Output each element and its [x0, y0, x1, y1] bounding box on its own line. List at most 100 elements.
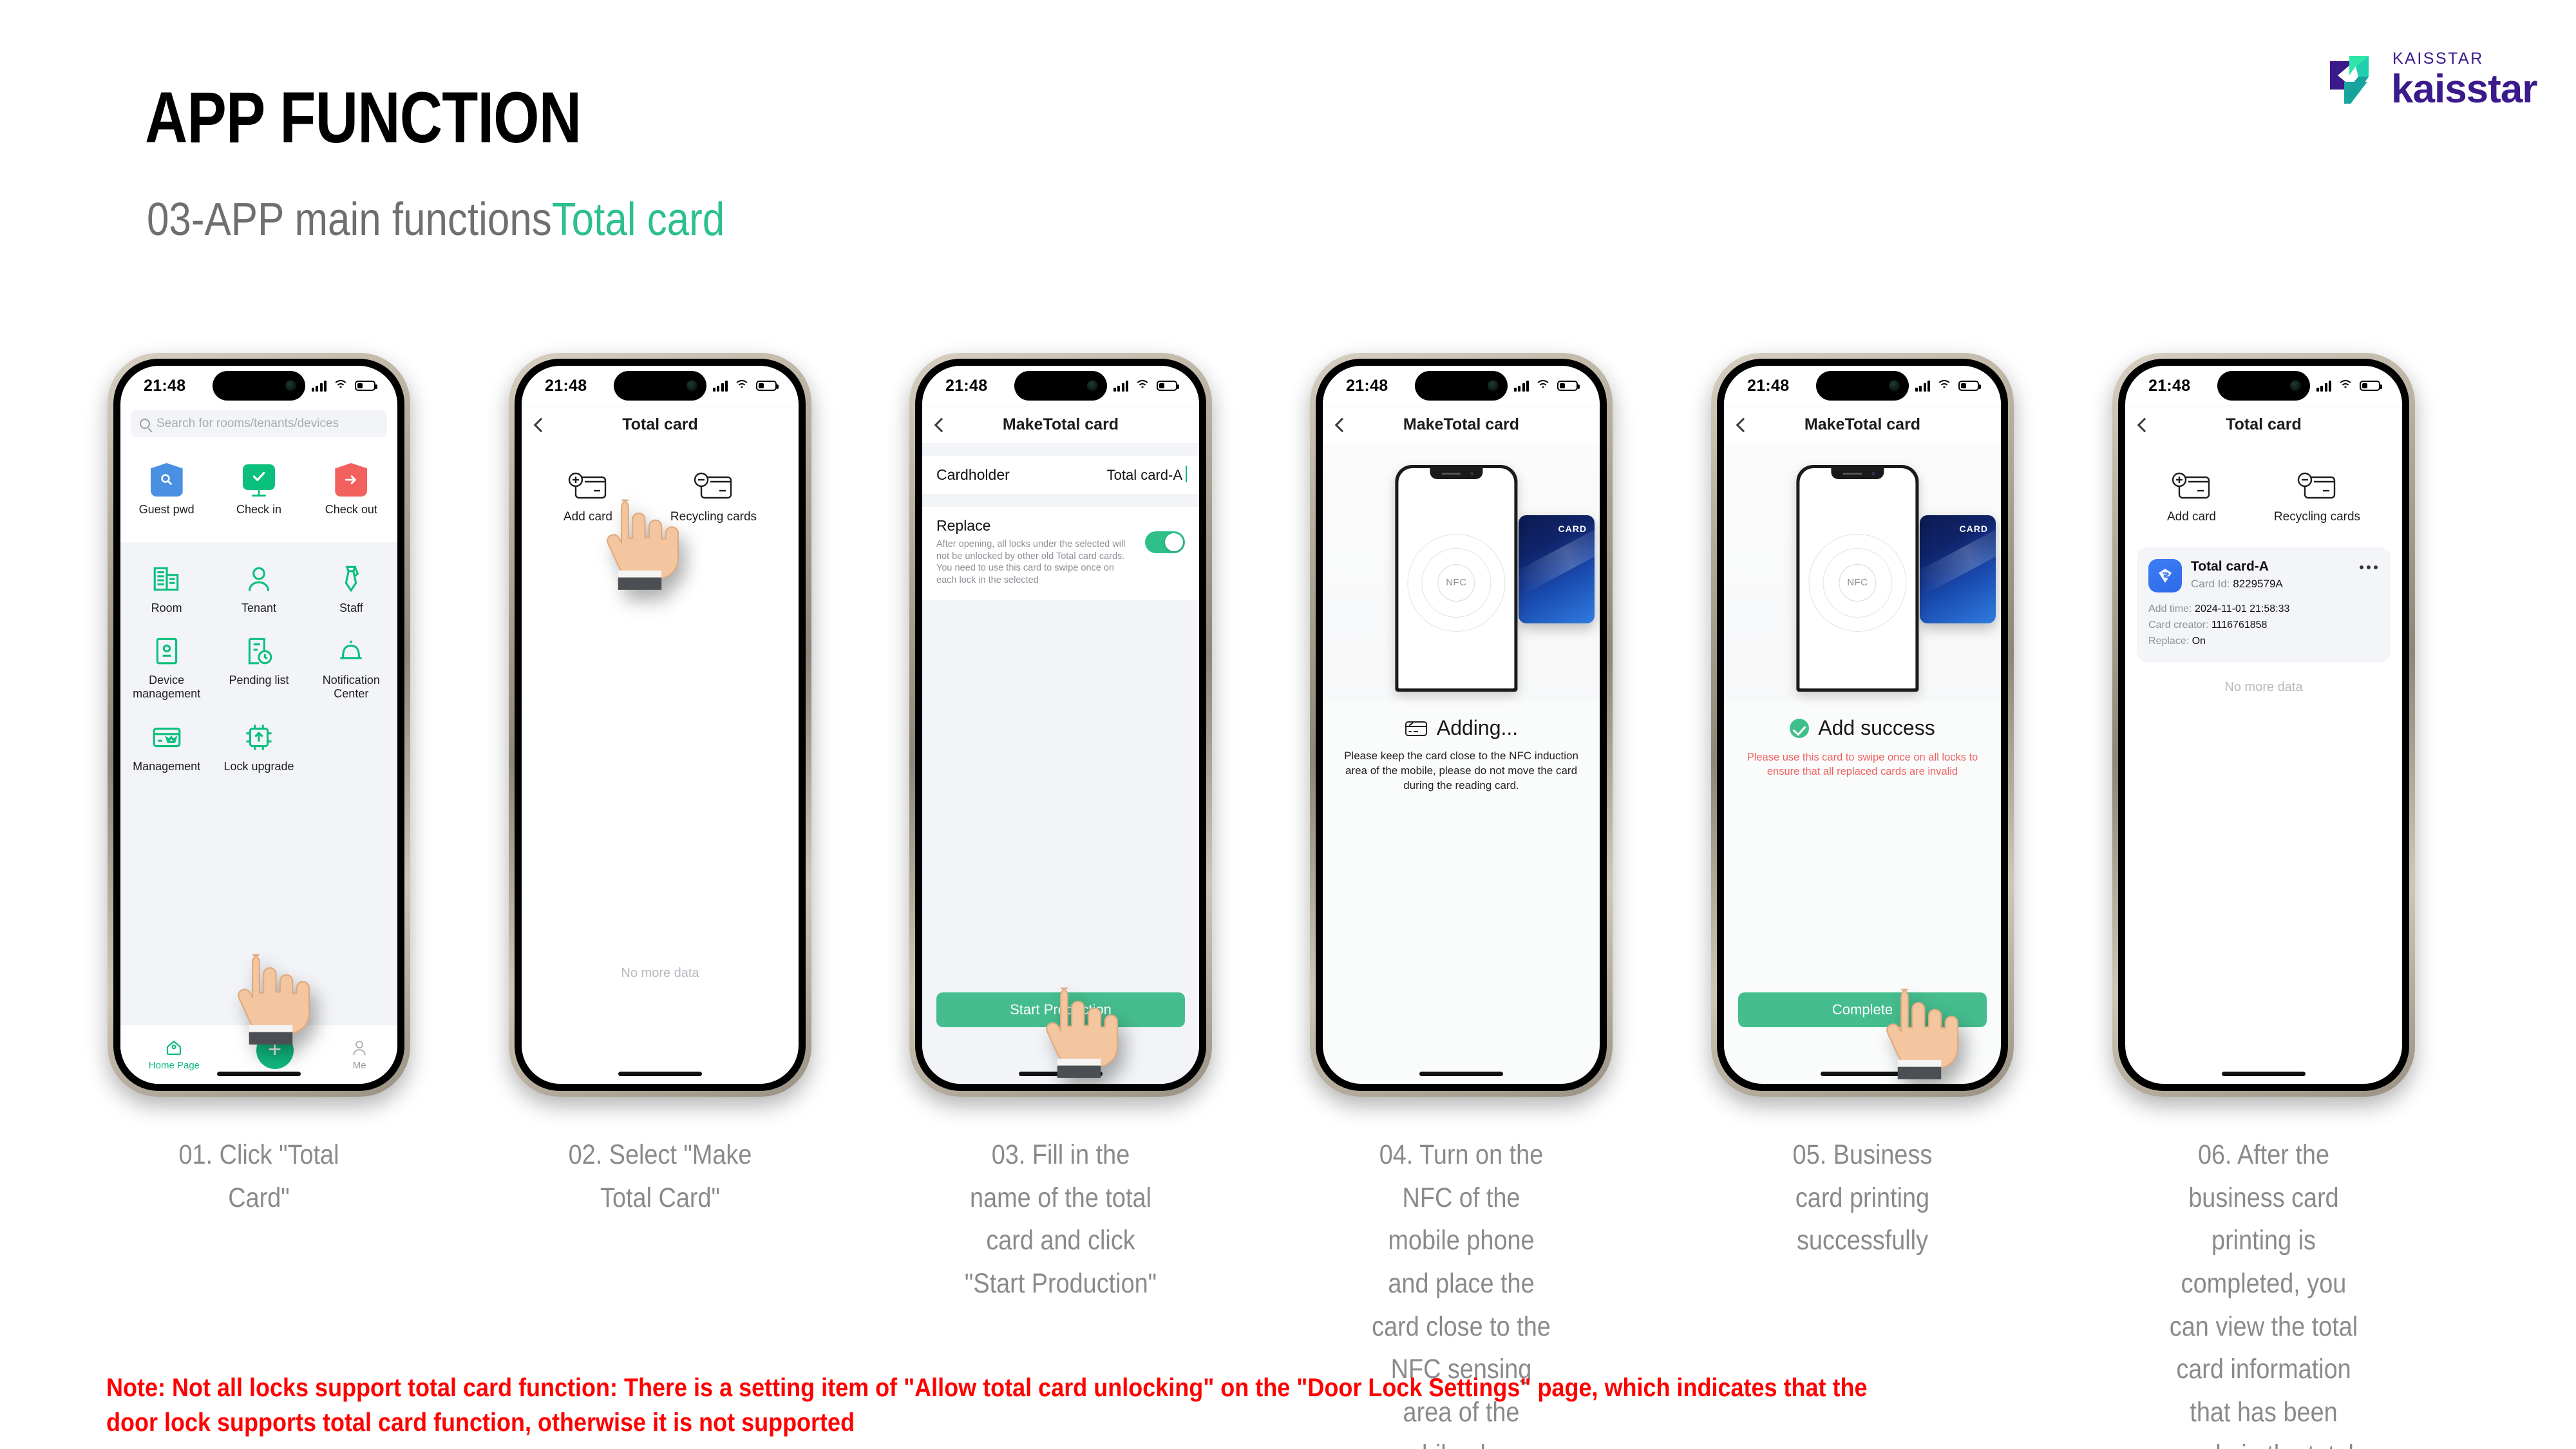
- action-recycling-cards[interactable]: Recycling cards: [670, 471, 757, 524]
- nav-title: MakeTotal card: [1403, 415, 1520, 433]
- menu-item-management[interactable]: Management: [120, 711, 213, 784]
- start-production-button[interactable]: Start Production: [936, 992, 1185, 1027]
- home-indicator: [1821, 1072, 1904, 1076]
- status-bar: 21:48: [120, 366, 397, 406]
- phone-4-bezel: 21:48 MakeTotal card CARD NFC Adding... …: [1316, 359, 1607, 1091]
- check-circle-icon: [1790, 718, 1810, 738]
- add-time-value: 2024-11-01 21:58:33: [2195, 603, 2290, 614]
- user-icon: [353, 1041, 366, 1056]
- back-icon[interactable]: [533, 417, 549, 432]
- pending-clock-icon: [243, 635, 275, 667]
- add-button[interactable]: +: [256, 1031, 294, 1069]
- search-input[interactable]: Search for rooms/tenants/devices: [131, 410, 387, 437]
- card-plus-icon: [568, 472, 607, 499]
- card-name: Total card-A: [2191, 559, 2269, 574]
- menu-item-lock-upgrade[interactable]: Lock upgrade: [213, 711, 305, 784]
- action-recycling-cards[interactable]: Recycling cards: [2274, 471, 2360, 524]
- menu-item-device-management[interactable]: Device management: [120, 625, 213, 710]
- action-add-card[interactable]: Add card: [564, 471, 612, 524]
- add-time-row: Add time: 2024-11-01 21:58:33: [2148, 601, 2379, 618]
- cardholder-input[interactable]: Total card-A: [1107, 465, 1188, 484]
- back-icon[interactable]: [1736, 417, 1751, 432]
- chip-upload-icon: [243, 721, 275, 753]
- card-id-label: Card Id:: [2191, 578, 2230, 590]
- dynamic-island: [1816, 371, 1909, 401]
- check-badge-icon: [242, 463, 275, 497]
- dynamic-island: [1415, 371, 1508, 401]
- search-icon: [140, 419, 150, 429]
- signal-icon: [2316, 380, 2331, 392]
- nfc-phone-graphic: NFC: [1796, 465, 1919, 692]
- status-bar: 21:48: [1323, 366, 1600, 406]
- caption-step-6: 06. After the business card printing is …: [2169, 1139, 2358, 1449]
- status-icons: [311, 380, 377, 392]
- card-id-value: 8229579A: [2233, 578, 2283, 590]
- home-indicator: [1419, 1072, 1503, 1076]
- tab-home-page[interactable]: Home Page: [149, 1038, 200, 1071]
- home-icon: [167, 1040, 182, 1056]
- building-icon: [151, 563, 183, 595]
- cardholder-row[interactable]: Cardholder Total card-A: [922, 456, 1199, 494]
- wifi-icon: [734, 380, 750, 392]
- nav-title: MakeTotal card: [1002, 415, 1119, 433]
- status-bar: 21:48: [522, 366, 799, 406]
- device-icon: [151, 635, 183, 667]
- menu-item-label: Room: [151, 601, 182, 614]
- more-options-icon[interactable]: [2360, 565, 2378, 569]
- status-bar: 21:48: [2125, 366, 2402, 406]
- dynamic-island: [614, 371, 706, 401]
- back-icon[interactable]: [1334, 417, 1350, 432]
- search-placeholder: Search for rooms/tenants/devices: [156, 417, 339, 430]
- phone-6-screen: 21:48 Total card Add card Recycling card…: [2125, 366, 2402, 1084]
- menu-item-tenant[interactable]: Tenant: [213, 553, 305, 625]
- menu-item-room[interactable]: Room: [120, 553, 213, 625]
- success-status-line: Add success: [1724, 716, 2001, 740]
- menu-item-pending-list[interactable]: Pending list: [213, 625, 305, 710]
- card-crown-icon: [151, 721, 183, 753]
- tab-me[interactable]: Me: [350, 1038, 369, 1071]
- menu-item-staff[interactable]: Staff: [305, 553, 397, 625]
- status-icons: [1513, 380, 1580, 392]
- back-icon[interactable]: [934, 417, 949, 432]
- replace-value: On: [2192, 635, 2206, 647]
- menu-item-notification-center[interactable]: Notification Center: [305, 625, 397, 710]
- action-add-card[interactable]: Add card: [2167, 471, 2216, 524]
- card-minus-icon: [2297, 472, 2336, 499]
- action-label: Add card: [563, 510, 612, 524]
- quick-action-check-out[interactable]: Check out: [305, 453, 397, 527]
- caption-step-1: 01. Click "Total Card": [178, 1139, 339, 1213]
- nfc-label: NFC: [1437, 564, 1475, 601]
- wifi-icon: [2338, 380, 2353, 392]
- status-time: 21:48: [144, 376, 186, 395]
- status-text: Adding...: [1436, 716, 1519, 739]
- slide-root: APP FUNCTION 03-APP main functionsTotal …: [0, 0, 2576, 1449]
- back-icon[interactable]: [2137, 417, 2152, 432]
- nav-bar: Total card: [2125, 406, 2402, 443]
- tab-label: Me: [352, 1060, 366, 1071]
- nav-title: Total card: [622, 415, 698, 433]
- quick-action-guest-pwd[interactable]: Guest pwd: [120, 453, 213, 527]
- bell-icon: [335, 635, 367, 667]
- battery-icon: [355, 381, 377, 391]
- menu-item-label: Management: [133, 759, 201, 773]
- phone-3-screen: 21:48 MakeTotal card Cardholder Total ca…: [922, 366, 1199, 1084]
- kaisstar-logo: KAISSTAR kaisstar: [2325, 42, 2537, 113]
- phone-5: 21:48 MakeTotal card CARD NFC Add succes…: [1711, 353, 2014, 1097]
- wifi-icon: [1135, 380, 1150, 392]
- status-bar: 21:48: [1724, 366, 2001, 406]
- home-indicator: [1019, 1072, 1103, 1076]
- replace-description: After opening, all locks under the selec…: [936, 539, 1126, 585]
- nav-bar: MakeTotal card: [1323, 406, 1600, 443]
- home-indicator: [217, 1072, 301, 1076]
- total-card-list-item[interactable]: Total card-A Card Id: 8229579A Add time:…: [2137, 547, 2391, 663]
- replace-toggle[interactable]: [1145, 531, 1185, 553]
- status-icons: [1113, 380, 1179, 392]
- signal-icon: [712, 380, 728, 392]
- dynamic-island: [1014, 371, 1107, 401]
- card-meta: Add time: 2024-11-01 21:58:33 Card creat…: [2148, 601, 2379, 649]
- card-action-row: Add card Recycling cards: [522, 443, 799, 531]
- quick-action-check-in[interactable]: Check in: [213, 453, 305, 527]
- card-action-row: Add card Recycling cards: [2125, 443, 2402, 531]
- card-icon: [1405, 721, 1427, 736]
- complete-button[interactable]: Complete: [1738, 992, 1987, 1027]
